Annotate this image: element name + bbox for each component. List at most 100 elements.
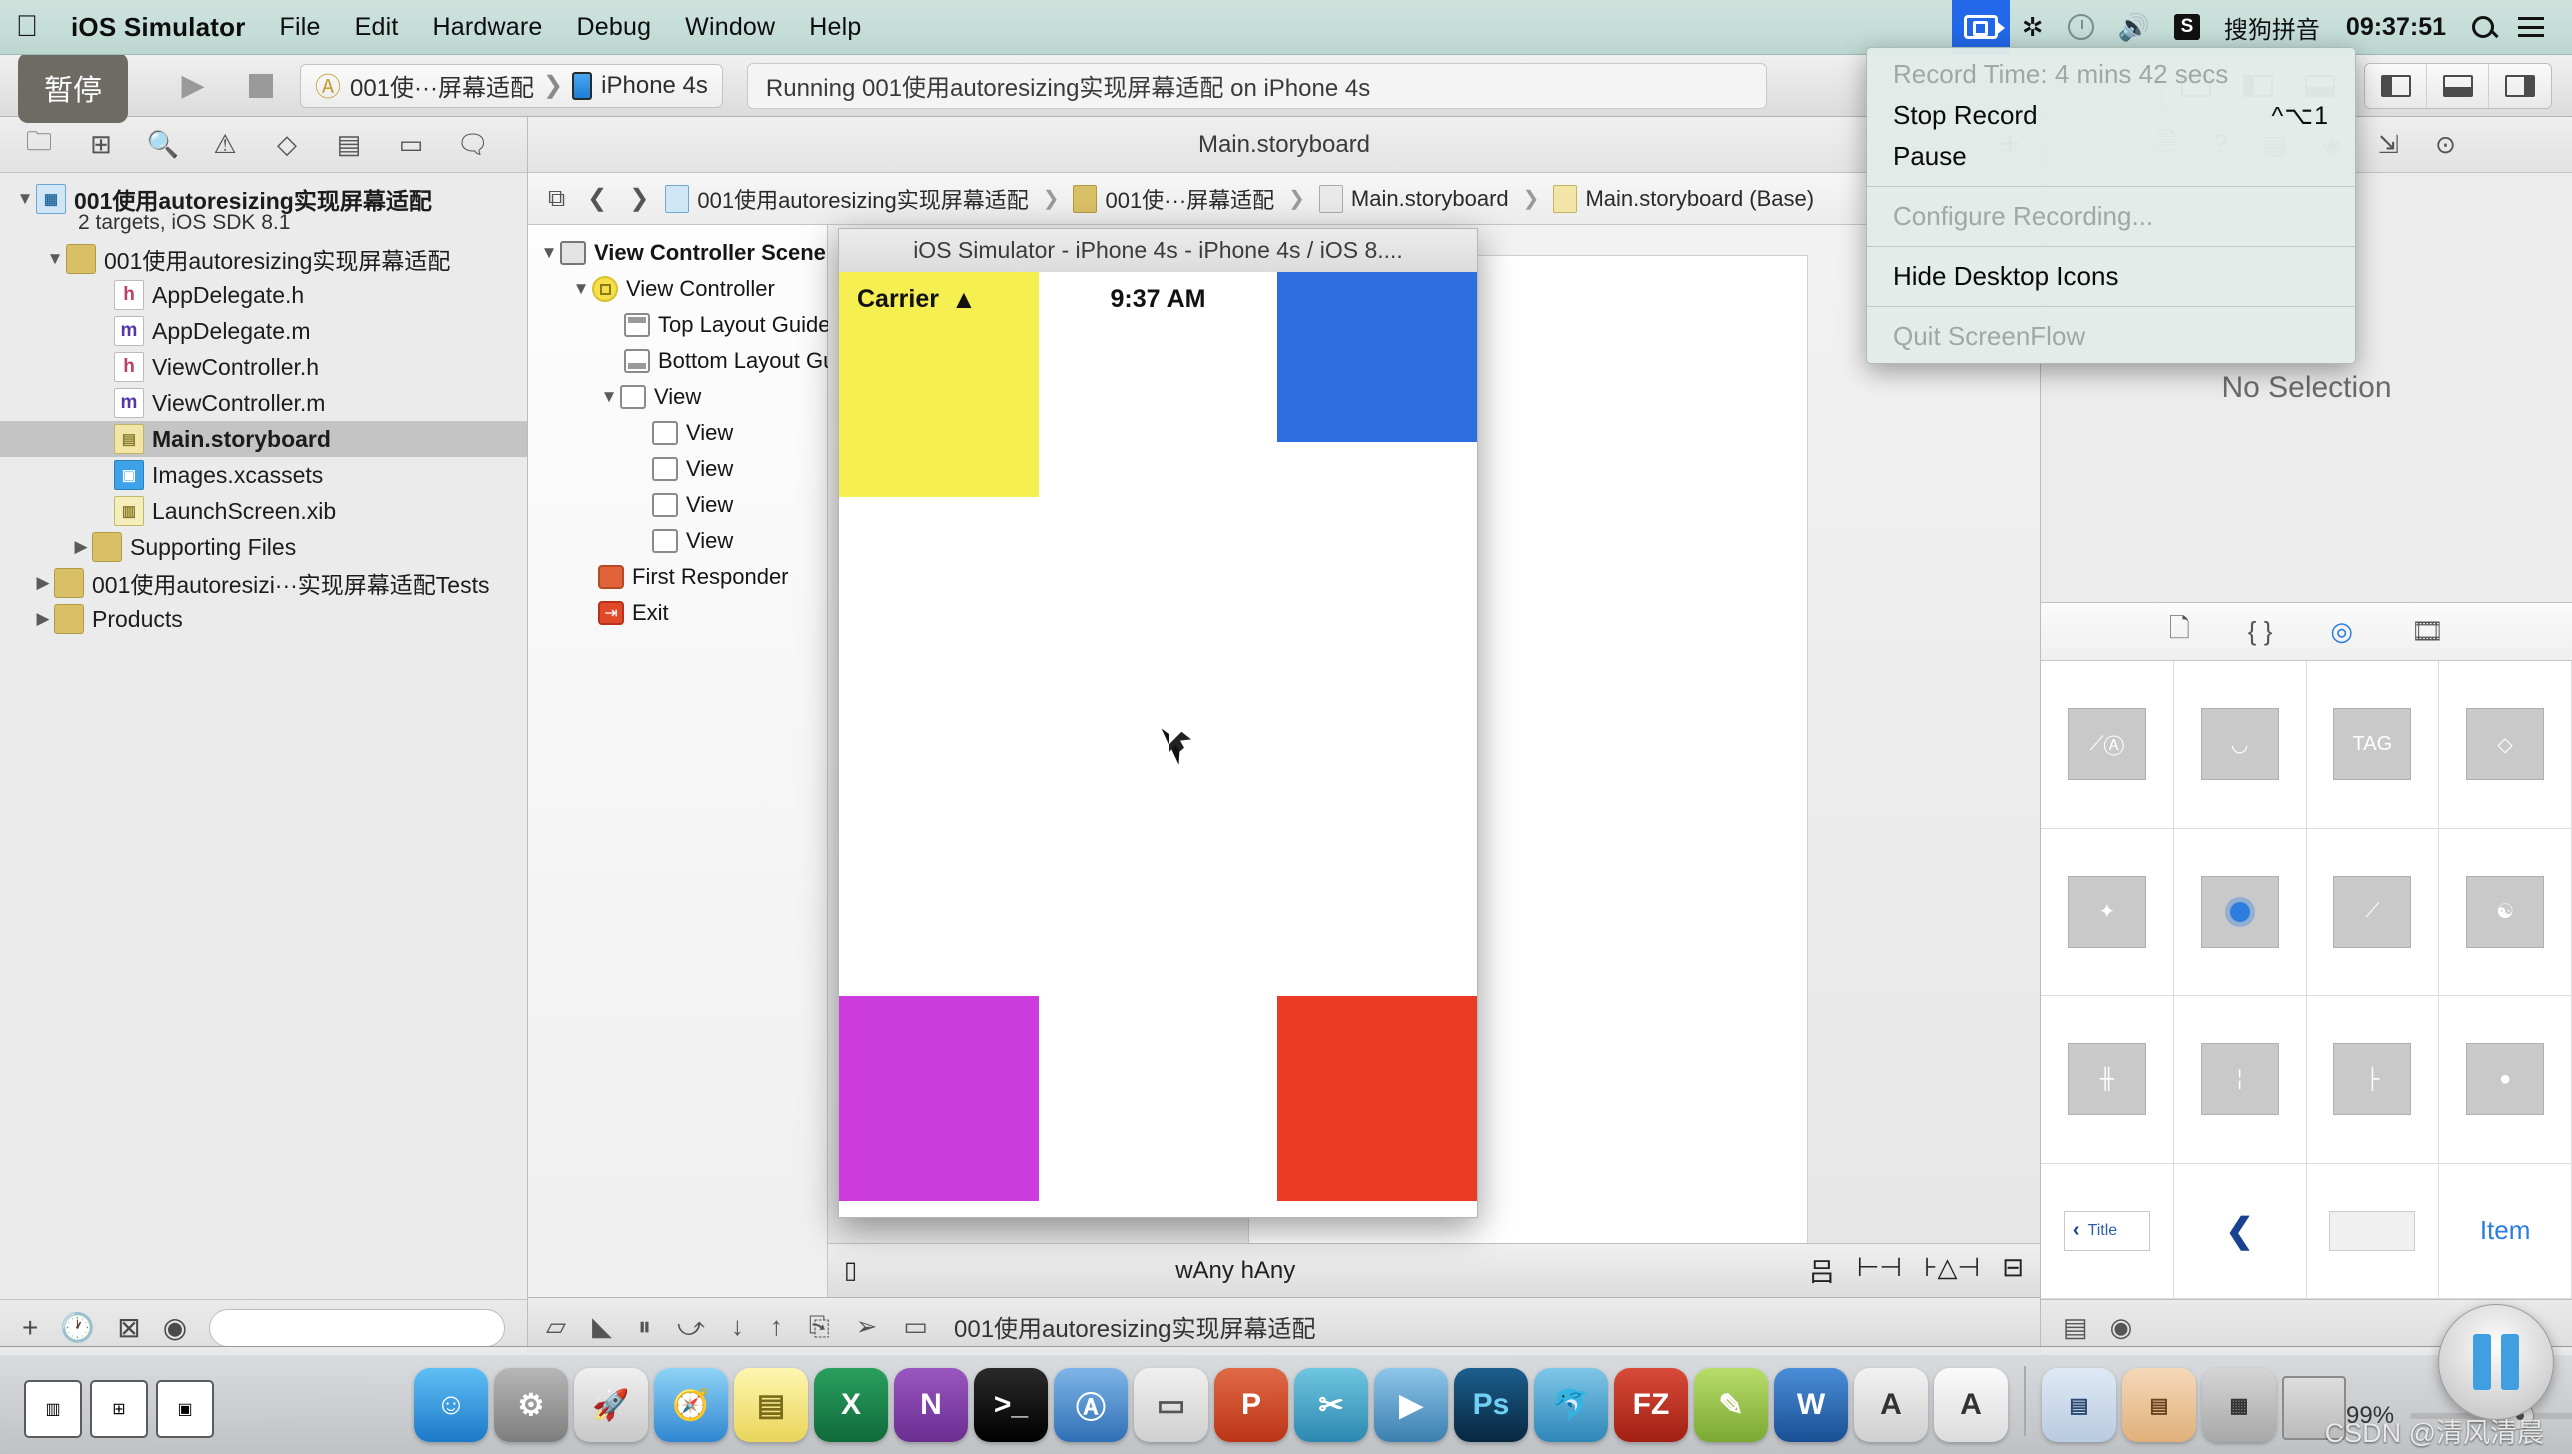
menu-help[interactable]: Help (792, 0, 878, 54)
dock-app-simulator[interactable]: ▭ (1134, 1368, 1208, 1442)
nav-row-products[interactable]: ▶ Products (0, 601, 527, 637)
library-item[interactable]: ⟋ (2306, 828, 2440, 996)
dock-app-system-preferences[interactable]: ⚙ (494, 1368, 568, 1442)
stop-button[interactable] (232, 65, 290, 107)
toggle-debug-button[interactable] (2427, 63, 2489, 108)
dock-app-safari[interactable]: 🧭 (654, 1368, 728, 1442)
simulate-location-icon[interactable]: ⎘ (809, 1311, 830, 1343)
library-item[interactable] (2173, 828, 2307, 996)
step-out-icon[interactable]: ↑ (770, 1311, 783, 1342)
menu-item-stop-record[interactable]: Stop Record ^⌥1 (1867, 95, 2355, 136)
outline-row-view-controller[interactable]: ▼ View Controller (528, 271, 827, 307)
tab-issue-navigator[interactable]: ⚠ (194, 122, 256, 168)
tab-size-inspector[interactable]: ⇲ (2378, 130, 2399, 160)
library-item[interactable]: ╎ (2173, 996, 2307, 1164)
menu-window[interactable]: Window (668, 0, 792, 54)
disclosure-triangle-icon[interactable]: ▼ (570, 279, 592, 299)
nav-row-launchscreen-xib[interactable]: ▸ ▥ LaunchScreen.xib (0, 493, 527, 529)
magenta-view[interactable] (839, 996, 1039, 1201)
dock-app-font-book[interactable]: A (1854, 1368, 1928, 1442)
zoom-icon[interactable]: ◣ (592, 1311, 612, 1342)
menu-file[interactable]: File (263, 0, 338, 54)
volume-icon[interactable]: 🔊 (2106, 0, 2162, 54)
location-arrow-icon[interactable]: ➢ (856, 1311, 878, 1342)
dock-app-dolphin[interactable]: 🐬 (1534, 1368, 1608, 1442)
library-tabbar[interactable]: 🗋 { } ◎ 🎞 (2041, 603, 2572, 661)
library-item[interactable]: ● (2439, 996, 2572, 1164)
dock-app-font-book-alt[interactable]: A (1934, 1368, 2008, 1442)
outline-row-top-layout-guide[interactable]: Top Layout Guide (528, 307, 830, 343)
library-item[interactable] (2306, 1163, 2440, 1299)
input-method-label[interactable]: 搜狗拼音 (2212, 0, 2332, 54)
dock-app-word[interactable]: W (1774, 1368, 1848, 1442)
library-item[interactable]: ◇ (2439, 661, 2572, 829)
screenflow-menu[interactable]: Record Time: 4 mins 42 secs Stop Record … (1866, 47, 2356, 364)
nav-row-appdelegate-h[interactable]: ▸ h AppDelegate.h (0, 277, 527, 313)
tab-breakpoint-navigator[interactable]: ▭ (380, 122, 442, 168)
outline-row-view-root[interactable]: ▼ View (528, 379, 827, 415)
outline-row-bottom-layout-guide[interactable]: Bottom Layout Guide (528, 343, 865, 379)
disclosure-triangle-icon[interactable]: ▶ (32, 609, 54, 629)
red-view[interactable] (1277, 996, 1477, 1201)
notification-center-icon[interactable] (2506, 0, 2556, 54)
dock-app-snip-tool[interactable]: ✂ (1294, 1368, 1368, 1442)
outline-row-exit[interactable]: ⇥ Exit (528, 595, 827, 631)
nav-row-viewcontroller-h[interactable]: ▸ h ViewController.h (0, 349, 527, 385)
dock-doc-3[interactable]: ▦ (2202, 1368, 2276, 1442)
disclosure-triangle-icon[interactable]: ▼ (44, 249, 66, 269)
dock-doc-2[interactable]: ▤ (2122, 1368, 2196, 1442)
tab-connections-inspector[interactable]: ⊙ (2435, 130, 2456, 160)
dock-app-powerpoint[interactable]: P (1214, 1368, 1288, 1442)
disclosure-triangle-icon[interactable]: ▼ (14, 189, 36, 209)
screenflow-record-icon[interactable] (1951, 0, 2010, 54)
outline-row-view-child[interactable]: View (528, 487, 827, 523)
document-outline-toggle[interactable]: ▯ (844, 1256, 857, 1285)
disclosure-triangle-icon[interactable]: ▶ (32, 573, 54, 593)
breadcrumb-project[interactable]: 001使用autoresizing实现屏幕适配 (665, 183, 1029, 215)
dock-app-notes[interactable]: ▤ (734, 1368, 808, 1442)
library-item[interactable]: ‹ Title (2041, 1163, 2174, 1299)
step-over-icon[interactable]: ⤻ (677, 1311, 705, 1343)
outline-row-view-child[interactable]: View (528, 415, 827, 451)
breadcrumb-storyboard-base[interactable]: Main.storyboard (Base) (1553, 184, 1814, 213)
simulator-screen[interactable]: Carrier ▲ 9:37 AM (838, 272, 1478, 1218)
nav-row-main-storyboard[interactable]: ▸ ▤ Main.storyboard (0, 421, 527, 457)
outline-row-scene[interactable]: ▼ View Controller Scene (528, 235, 827, 271)
ios-simulator-window[interactable]: iOS Simulator - iPhone 4s - iPhone 4s / … (838, 228, 1478, 1218)
outline-row-view-child[interactable]: View (528, 451, 827, 487)
navigator-tabbar[interactable]: 🗀 ⊞ 🔍 ⚠ ◇ ▤ ▭ 🗨 (0, 117, 527, 173)
process-icon[interactable]: ▭ (903, 1311, 928, 1342)
library-item[interactable]: Item (2439, 1163, 2572, 1299)
nav-row-supporting-files[interactable]: ▶ Supporting Files (0, 529, 527, 565)
resizing-behavior-button[interactable]: ⊟ (2002, 1252, 2024, 1289)
related-items-icon[interactable]: ⧉ (542, 185, 571, 213)
nav-row-viewcontroller-m[interactable]: ▸ m ViewController.m (0, 385, 527, 421)
spotlight-search-icon[interactable] (2460, 0, 2506, 54)
dock-app-xcode[interactable]: Ⓐ (1054, 1368, 1128, 1442)
library-item[interactable]: ├ (2306, 996, 2440, 1164)
run-button[interactable]: ▶ (164, 65, 222, 107)
library-item[interactable]: TAG (2306, 661, 2440, 829)
library-item[interactable]: ╫ (2041, 996, 2174, 1164)
dock-app-launchpad[interactable]: 🚀 (574, 1368, 648, 1442)
input-method-badge-icon[interactable]: S (2162, 0, 2212, 54)
outline-row-view-child[interactable]: View (528, 523, 827, 559)
menu-item-pause[interactable]: Pause (1867, 136, 2355, 177)
show-document-outline-icon[interactable]: ▱ (546, 1311, 566, 1342)
disclosure-triangle-icon[interactable]: ▶ (70, 537, 92, 557)
finder-window-icon[interactable]: ▣ (156, 1380, 214, 1438)
tab-media-library[interactable]: 🎞 (2411, 616, 2444, 647)
finder-grid-icon[interactable]: ⊞ (90, 1380, 148, 1438)
menu-debug[interactable]: Debug (560, 0, 669, 54)
nav-row-appdelegate-m[interactable]: ▸ m AppDelegate.m (0, 313, 527, 349)
dock-app-photoshop[interactable]: Ps (1454, 1368, 1528, 1442)
dock-app-filezilla[interactable]: FZ (1614, 1368, 1688, 1442)
dock-app-skitch[interactable]: ✎ (1694, 1368, 1768, 1442)
simulator-title-bar[interactable]: iOS Simulator - iPhone 4s - iPhone 4s / … (838, 228, 1478, 272)
breadcrumb-group[interactable]: 001使···屏幕适配 (1073, 183, 1274, 215)
tab-symbol-navigator[interactable]: ⊞ (70, 122, 132, 168)
outline-row-first-responder[interactable]: First Responder (528, 559, 827, 595)
tab-object-library[interactable]: ◎ (2330, 616, 2353, 647)
tab-file-template-library[interactable]: 🗋 (2169, 610, 2190, 654)
forward-button[interactable]: ❯ (623, 184, 655, 213)
